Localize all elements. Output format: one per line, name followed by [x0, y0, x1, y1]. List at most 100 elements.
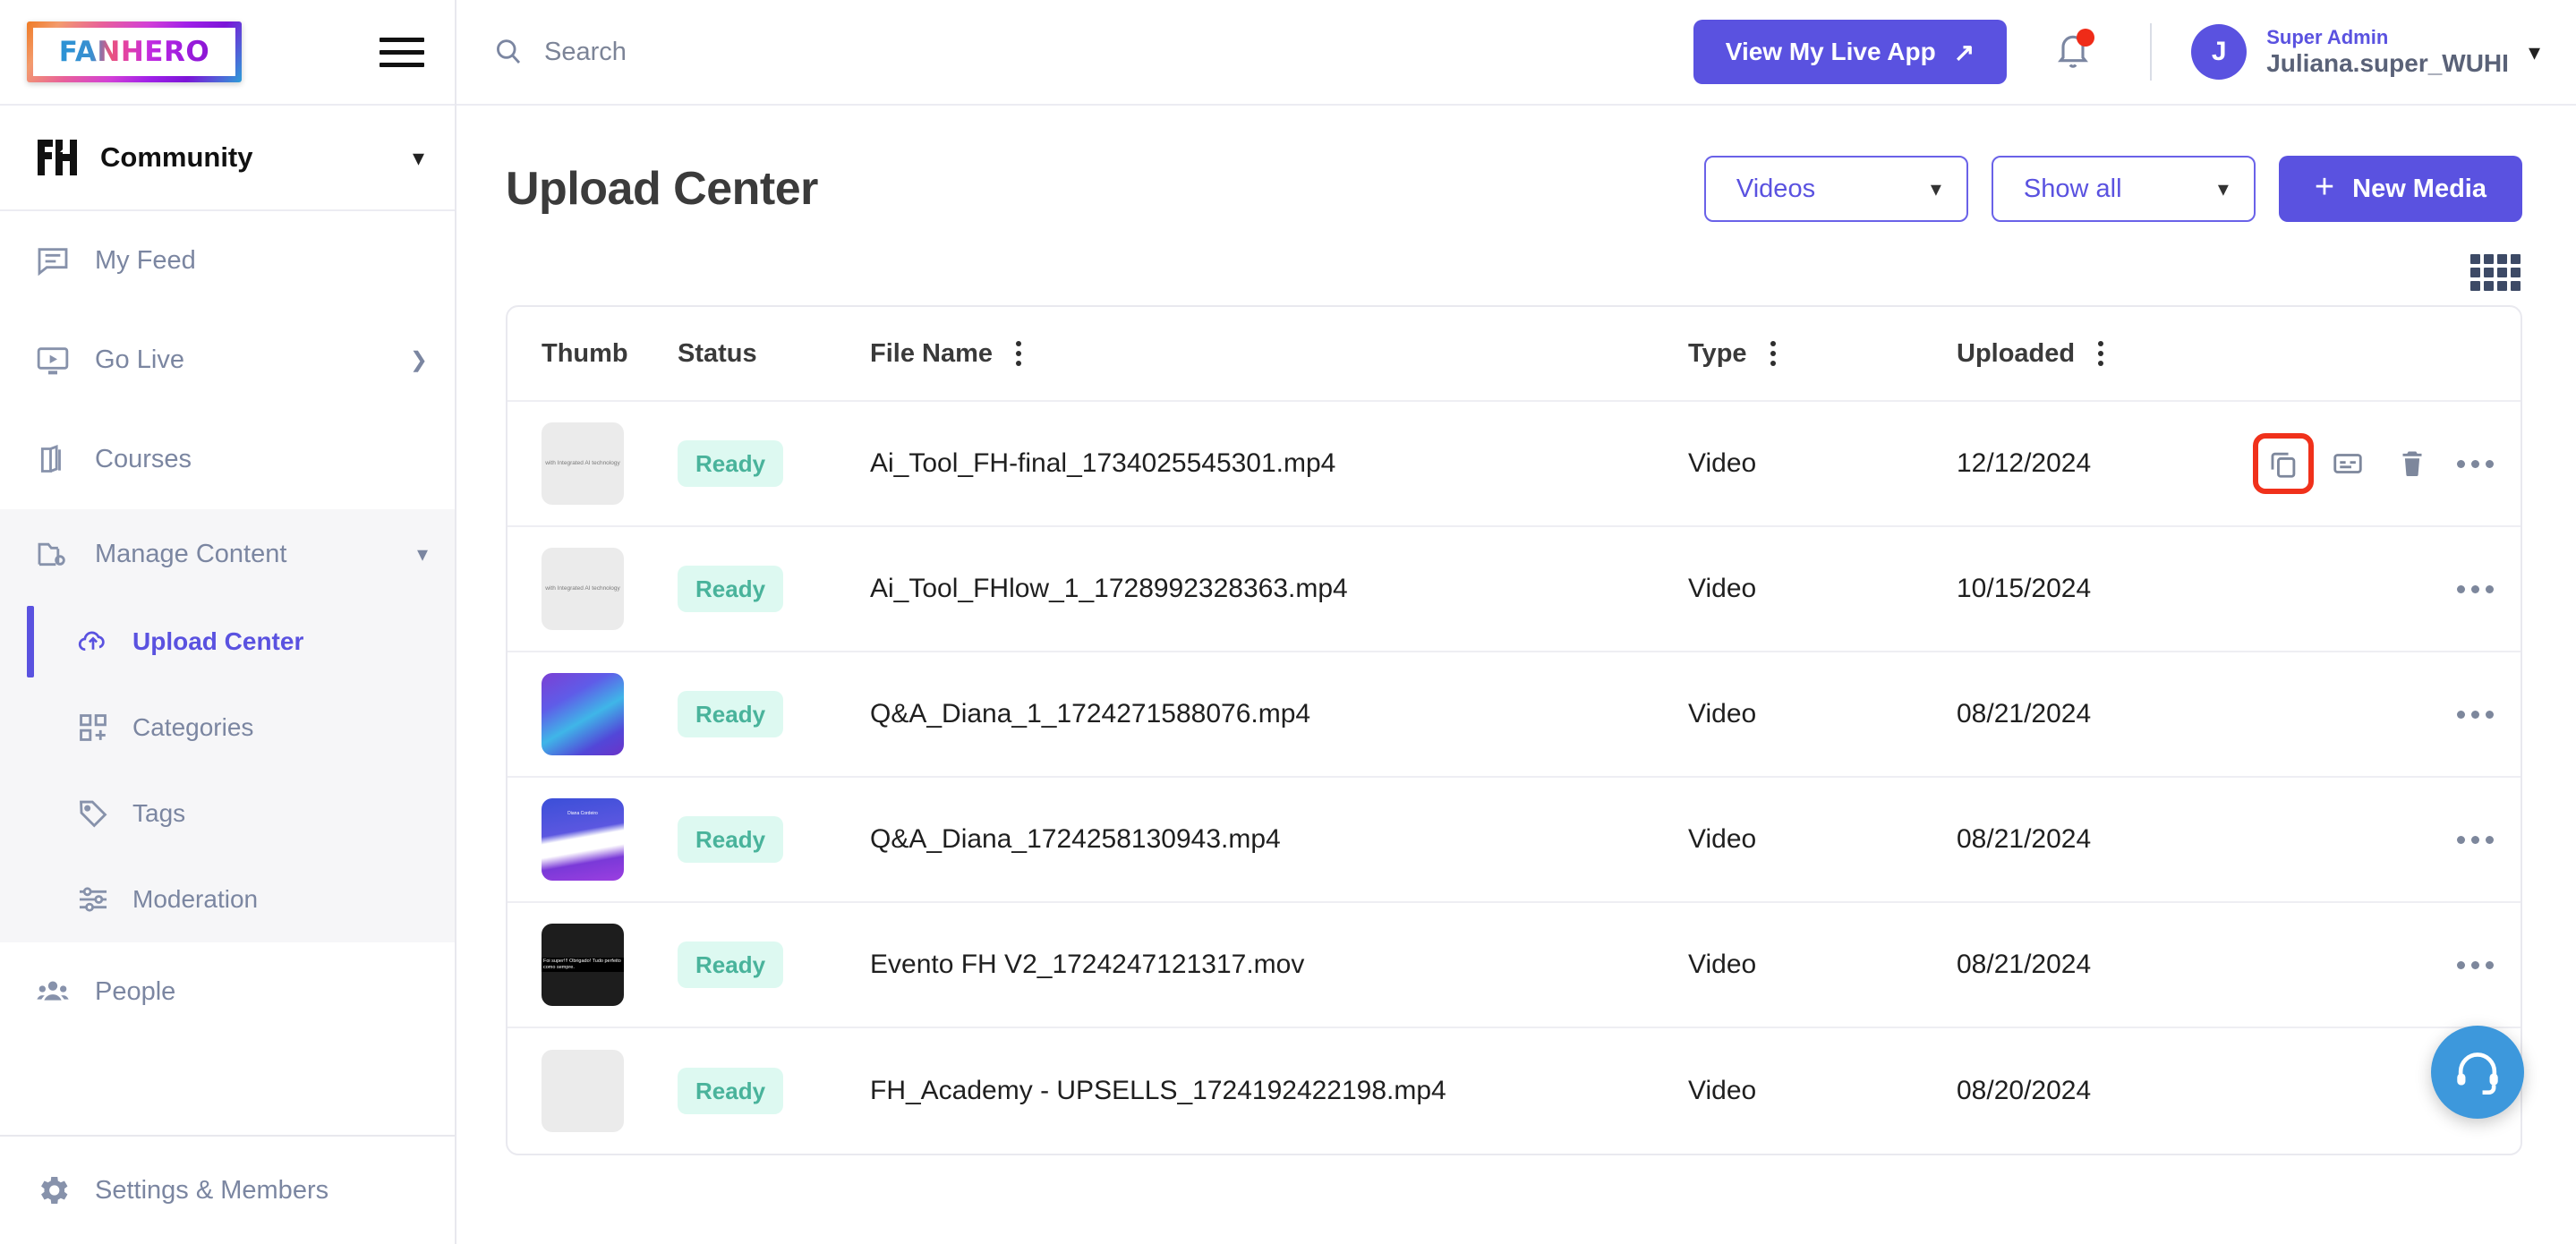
row-type: Video [1688, 1076, 1757, 1105]
sidebar-item-moderation[interactable]: Moderation [0, 856, 455, 942]
new-media-label: New Media [2352, 174, 2486, 203]
more-icon[interactable] [2457, 710, 2494, 719]
logo-text: FANHERO [58, 36, 210, 68]
feed-icon [34, 243, 72, 280]
show-filter[interactable]: Show all ▾ [1991, 156, 2256, 222]
support-button[interactable] [2431, 1026, 2524, 1119]
tag-icon [75, 796, 111, 831]
folder-settings-icon [34, 535, 72, 573]
status-badge: Ready [678, 566, 784, 612]
thumbnail: with Integrated AI technology [542, 422, 624, 505]
row-file-name: Q&A_Diana_1_1724271588076.mp4 [870, 699, 1311, 729]
row-thumb: Diana Cordeiro [508, 798, 678, 881]
sidebar-item-people[interactable]: People [0, 942, 455, 1042]
table-row[interactable]: Ready FH_Academy - UPSELLS_1724192422198… [508, 1028, 2521, 1154]
sidebar-item-categories[interactable]: Categories [0, 685, 455, 771]
sidebar-item-courses[interactable]: Courses [0, 410, 455, 509]
live-icon [34, 342, 72, 379]
chevron-down-icon[interactable]: ▾ [417, 541, 428, 567]
notifications-button[interactable] [2053, 28, 2095, 74]
sidebar: FANHERO Community ▾ My Feed Go Live ❯ Co… [0, 0, 456, 1244]
column-header-uploaded: Uploaded [1957, 339, 2252, 369]
sidebar-item-label: Manage Content [95, 539, 287, 568]
sidebar-item-settings-members[interactable]: Settings & Members [0, 1137, 455, 1244]
thumbnail: Diana Cordeiro [542, 798, 624, 881]
search-input[interactable] [544, 37, 920, 67]
table-row[interactable]: Ready Q&A_Diana_1_1724271588076.mp4 Vide… [508, 652, 2521, 778]
row-thumb: Foi super!!! Obrigado! Tudo perfeito com… [508, 924, 678, 1006]
row-file-name: Q&A_Diana_1724258130943.mp4 [870, 824, 1281, 854]
sidebar-item-go-live[interactable]: Go Live ❯ [0, 311, 455, 410]
row-thumb: with Integrated AI technology [508, 422, 678, 505]
sidebar-item-label: Settings & Members [95, 1175, 329, 1205]
file-name-column-menu-icon[interactable] [1016, 341, 1021, 366]
row-type: Video [1688, 950, 1757, 979]
sidebar-item-label: Courses [95, 445, 192, 473]
column-header-type: Type [1688, 339, 1957, 369]
chevron-down-icon: ▾ [1930, 176, 1941, 201]
thumbnail-text: Diana Cordeiro [567, 811, 598, 816]
row-file-name: Ai_Tool_FHlow_1_1728992328363.mp4 [870, 574, 1348, 603]
sidebar-item-label: Upload Center [132, 627, 304, 655]
sidebar-header: FANHERO [0, 0, 455, 106]
column-header-status: Status [678, 338, 757, 368]
chevron-right-icon[interactable]: ❯ [410, 347, 428, 373]
table-row[interactable]: Diana Cordeiro Ready Q&A_Diana_172425813… [508, 778, 2521, 903]
sidebar-nav: My Feed Go Live ❯ Courses Manage Content… [0, 211, 455, 1135]
row-actions [2252, 710, 2521, 719]
column-header-type-label: Type [1688, 338, 1747, 368]
divider [2150, 23, 2153, 81]
row-status: Ready [678, 566, 870, 612]
table-row[interactable]: with Integrated AI technology Ready Ai_T… [508, 527, 2521, 652]
trash-icon[interactable] [2393, 444, 2432, 483]
community-switcher[interactable]: Community ▾ [0, 106, 455, 211]
view-live-app-button[interactable]: View My Live App ↗ [1693, 20, 2008, 84]
new-media-button[interactable]: + New Media [2278, 156, 2522, 222]
row-type: Video [1688, 448, 1757, 478]
chevron-down-icon: ▾ [2217, 176, 2229, 201]
column-header-file-name-label: File Name [870, 338, 993, 368]
table-row[interactable]: with Integrated AI technology Ready Ai_T… [508, 402, 2521, 527]
media-type-filter[interactable]: Videos ▾ [1703, 156, 1968, 222]
more-icon[interactable] [2457, 960, 2494, 969]
grid-view-icon[interactable] [2470, 254, 2521, 291]
row-type: Video [1688, 574, 1757, 603]
sidebar-item-manage-content[interactable]: Manage Content ▾ [0, 509, 455, 599]
fanhero-logo[interactable]: FANHERO [27, 21, 242, 82]
more-icon[interactable] [2457, 584, 2494, 593]
caption-icon[interactable] [2328, 444, 2367, 483]
page-content: Upload Center Videos ▾ Show all ▾ + New … [456, 106, 2576, 1244]
sidebar-item-tags[interactable]: Tags [0, 771, 455, 856]
sidebar-item-label: Tags [132, 799, 186, 827]
uploaded-column-menu-icon[interactable] [2098, 341, 2104, 366]
row-thumb [508, 1050, 678, 1132]
sidebar-group-manage-content: Manage Content ▾ Upload Center Categorie… [0, 509, 455, 942]
more-icon[interactable] [2457, 835, 2494, 844]
row-actions [2252, 960, 2521, 969]
sidebar-item-upload-center[interactable]: Upload Center [0, 599, 455, 685]
user-profile-menu[interactable]: J Super Admin Juliana.super_WUHI ▾ [2191, 24, 2546, 80]
view-live-app-label: View My Live App [1725, 38, 1936, 65]
menu-toggle-icon[interactable] [380, 37, 424, 67]
categories-icon [75, 710, 111, 746]
topbar: View My Live App ↗ J Super Admin Juliana… [456, 0, 2576, 106]
search-icon [497, 39, 521, 64]
more-icon[interactable] [2457, 459, 2494, 468]
table-row[interactable]: Foi super!!! Obrigado! Tudo perfeito com… [508, 903, 2521, 1028]
status-badge: Ready [678, 1068, 784, 1114]
type-column-menu-icon[interactable] [1770, 341, 1776, 366]
row-uploaded: 08/21/2024 [1957, 950, 2092, 979]
show-filter-value: Show all [2023, 174, 2122, 203]
status-badge: Ready [678, 816, 784, 863]
row-file-name: FH_Academy - UPSELLS_1724192422198.mp4 [870, 1076, 1446, 1105]
chevron-down-icon[interactable]: ▾ [413, 146, 424, 169]
user-role: Super Admin [2266, 25, 2389, 48]
search-box[interactable] [492, 36, 1676, 68]
thumbnail [542, 1050, 624, 1132]
view-toggle-row [506, 222, 2522, 305]
chevron-down-icon[interactable]: ▾ [2529, 40, 2540, 64]
sidebar-item-my-feed[interactable]: My Feed [0, 211, 455, 311]
row-thumb [508, 673, 678, 755]
copy-icon[interactable] [2253, 433, 2314, 494]
sidebar-item-label: Categories [132, 713, 254, 741]
